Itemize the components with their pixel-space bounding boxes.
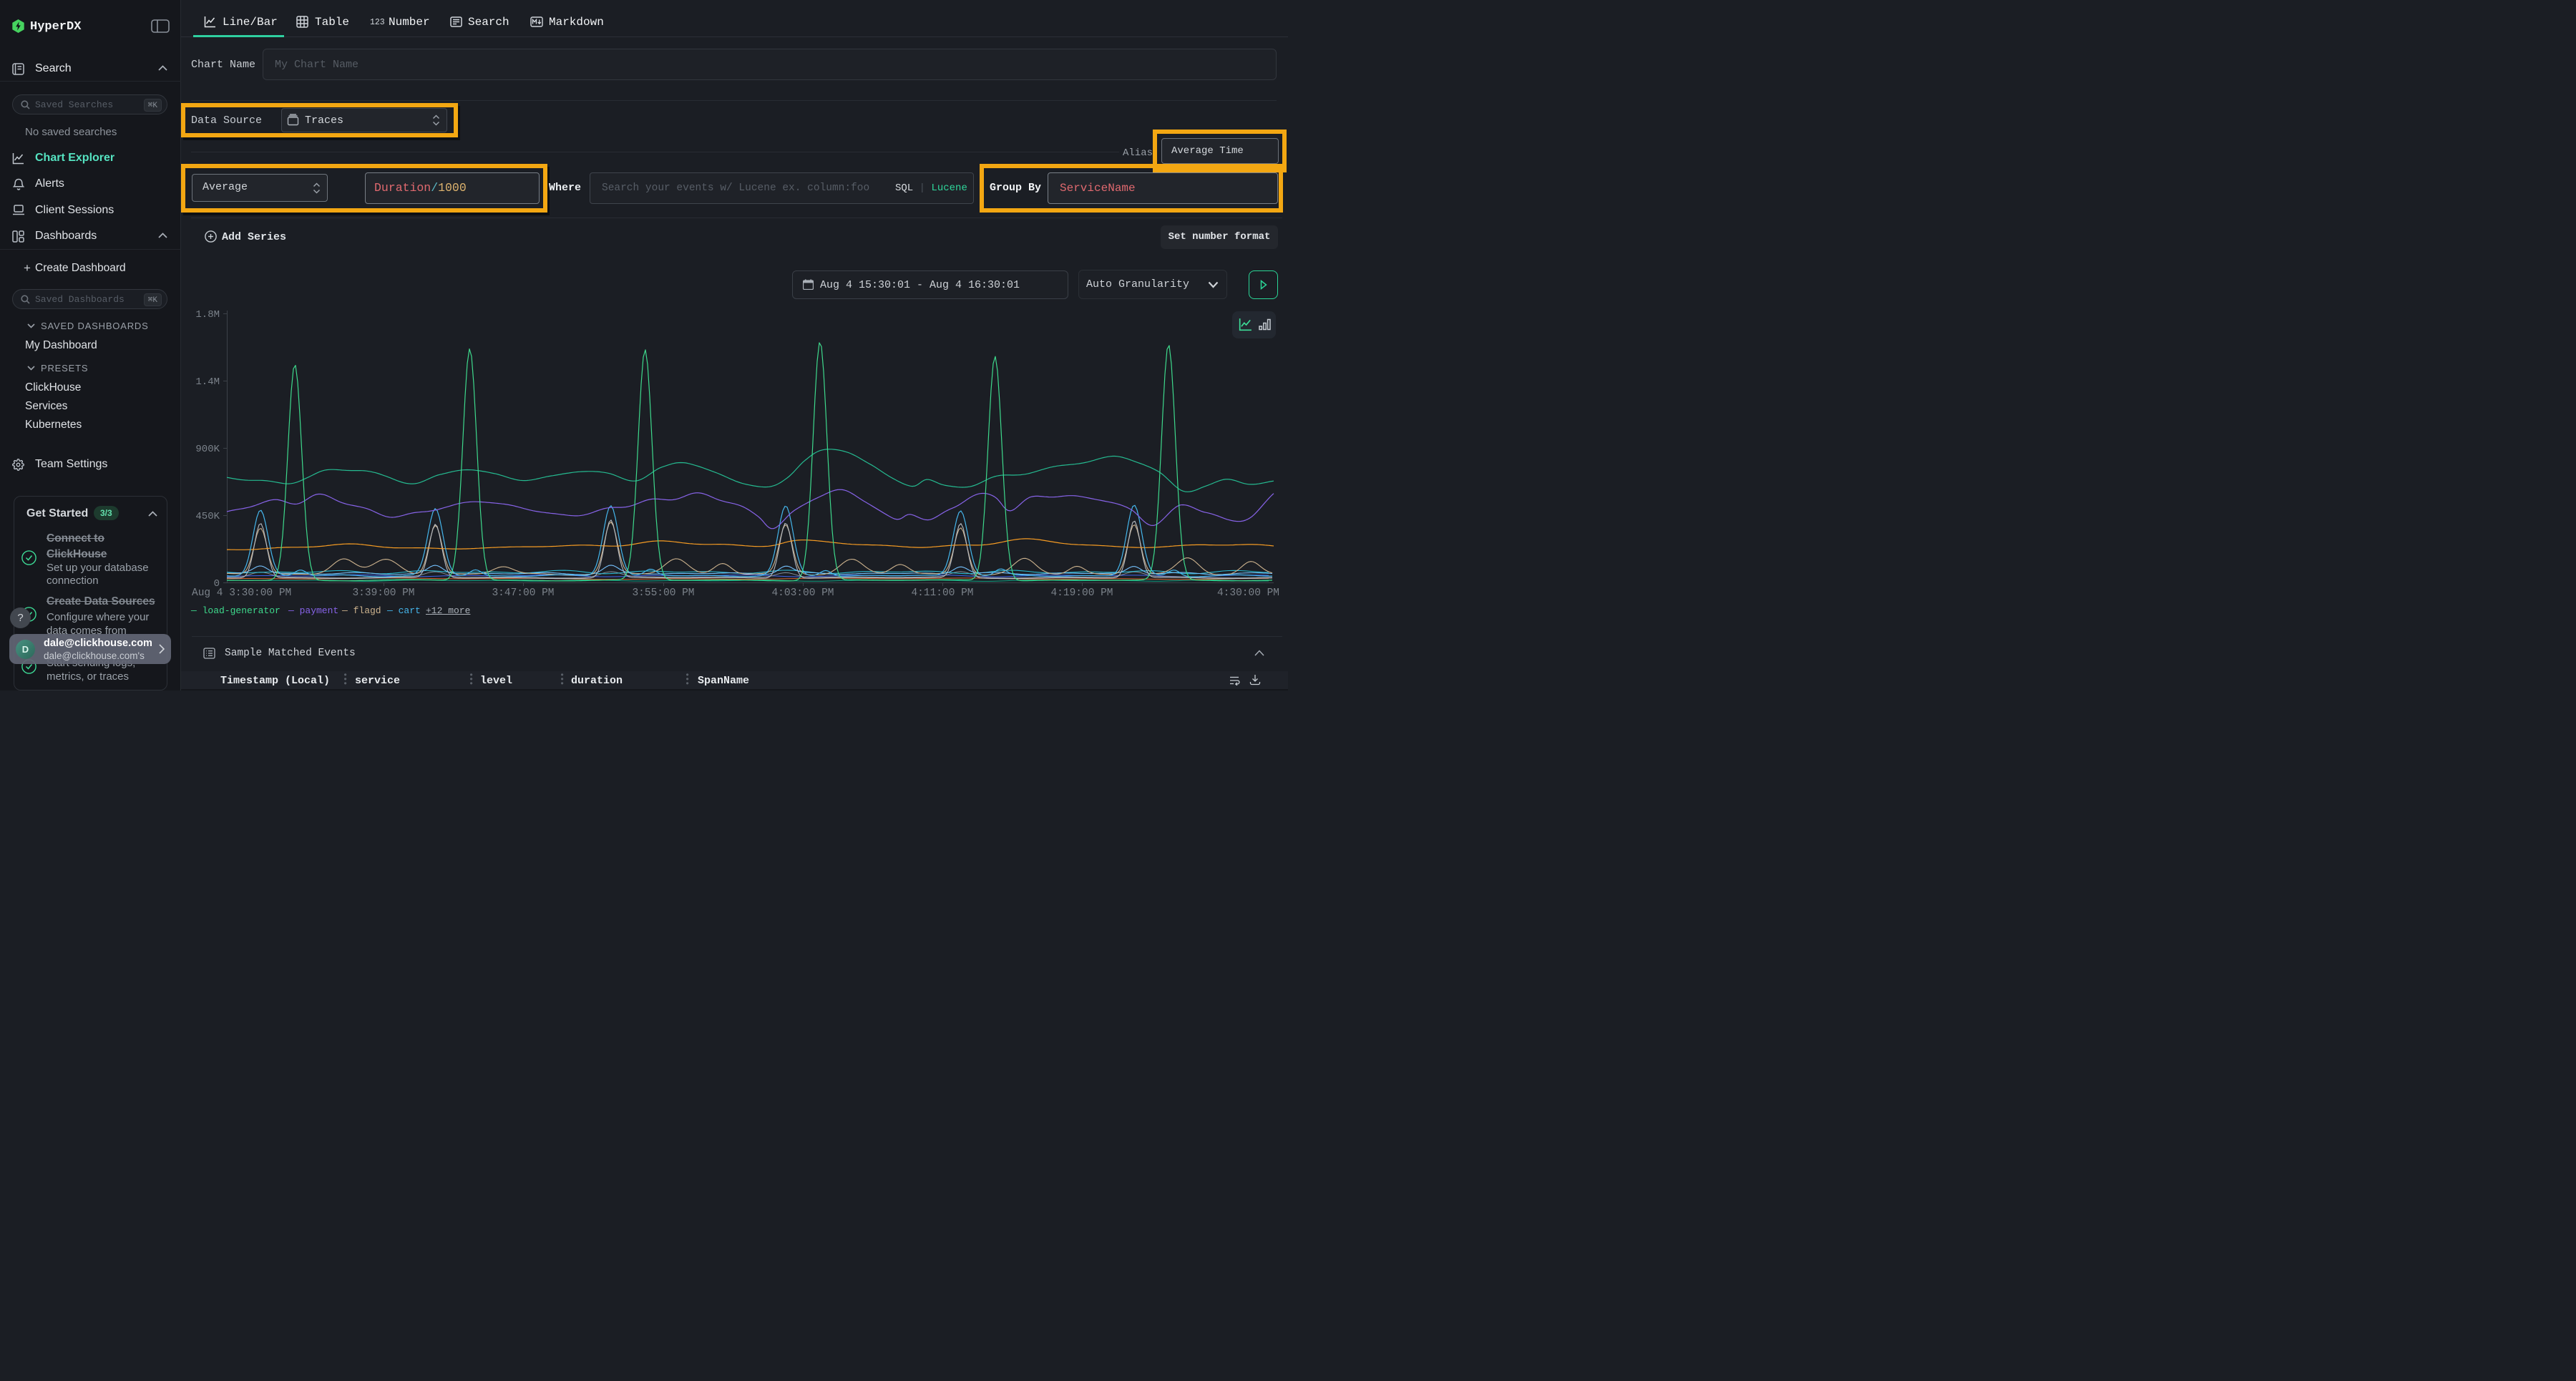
- svg-text:450K: 450K: [195, 511, 220, 522]
- svg-text:3:55:00 PM: 3:55:00 PM: [632, 587, 694, 599]
- svg-text:3:39:00 PM: 3:39:00 PM: [352, 587, 414, 599]
- svg-text:4:11:00 PM: 4:11:00 PM: [911, 587, 973, 599]
- svg-text:4:30:00 PM: 4:30:00 PM: [1217, 587, 1279, 599]
- svg-text:3:47:00 PM: 3:47:00 PM: [492, 587, 554, 599]
- svg-text:900K: 900K: [195, 444, 220, 455]
- svg-text:1.4M: 1.4M: [195, 376, 220, 388]
- svg-text:Aug 4 3:30:00 PM: Aug 4 3:30:00 PM: [192, 587, 291, 599]
- svg-text:4:19:00 PM: 4:19:00 PM: [1050, 587, 1113, 599]
- svg-text:1.8M: 1.8M: [195, 309, 220, 321]
- svg-text:4:03:00 PM: 4:03:00 PM: [771, 587, 834, 599]
